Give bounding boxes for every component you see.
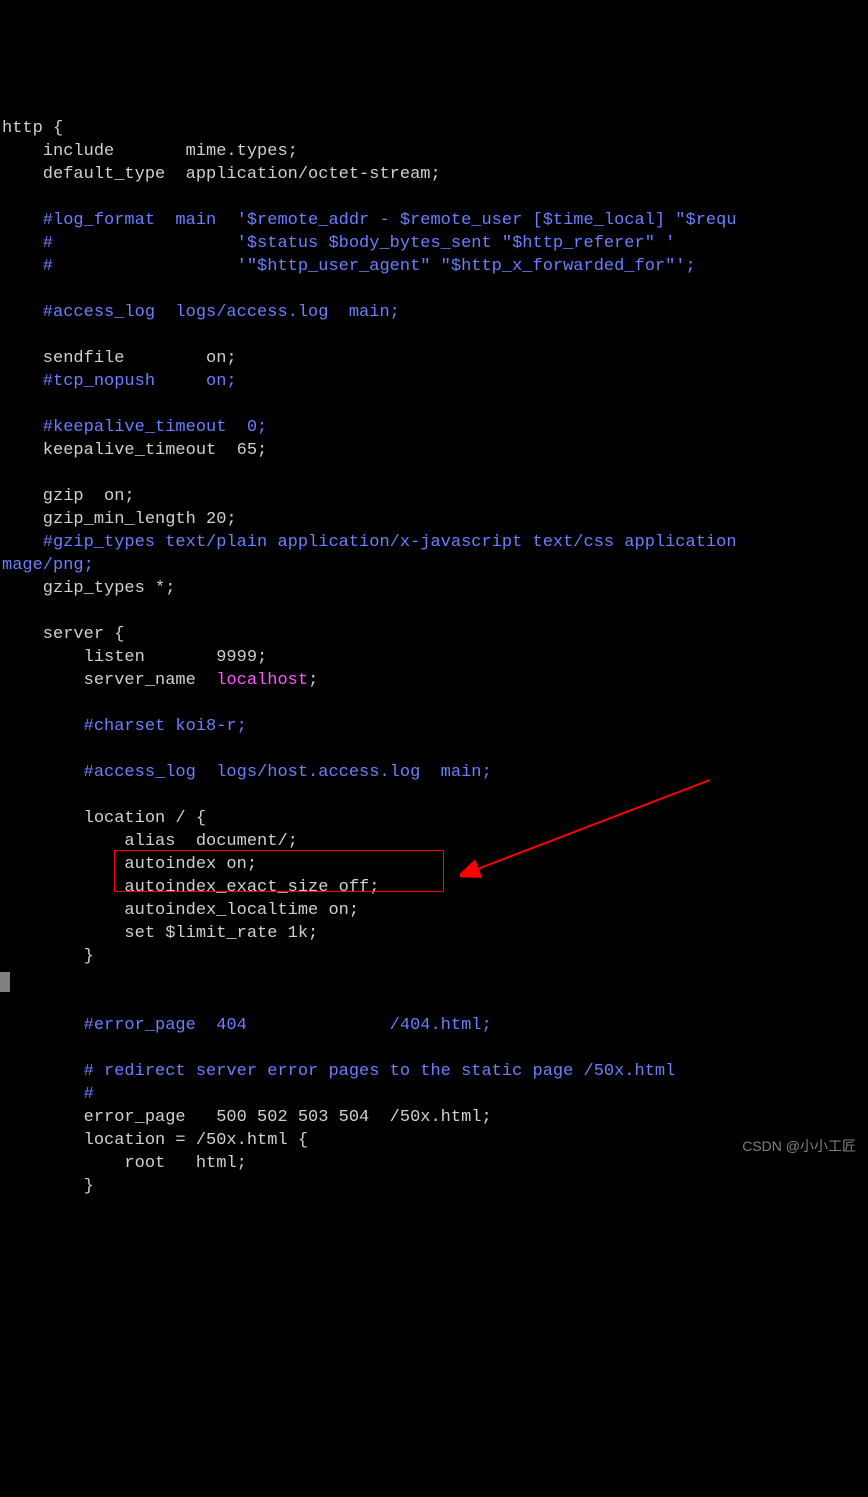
code-comment: # '$status $body_bytes_sent "$http_refer… [2, 234, 675, 253]
code-line: gzip_min_length 20; [2, 510, 237, 529]
code-line: gzip_types *; [2, 579, 175, 598]
code-line: sendfile on; [2, 349, 237, 368]
server-name-value: localhost [216, 671, 308, 690]
cursor-indicator [0, 972, 10, 992]
code-comment: #log_format main '$remote_addr - $remote… [2, 211, 737, 230]
code-comment: #keepalive_timeout 0; [2, 418, 267, 437]
code-comment: #charset koi8-r; [2, 717, 247, 736]
code-line: gzip on; [2, 487, 135, 506]
code-line: } [2, 947, 94, 966]
code-line: autoindex_exact_size off; [2, 878, 379, 897]
code-line: location = /50x.html { [2, 1131, 308, 1150]
code-line: http { [2, 119, 63, 138]
code-line: autoindex on; [2, 855, 257, 874]
code-line: root html; [2, 1154, 247, 1173]
code-comment: #access_log logs/host.access.log main; [2, 763, 492, 782]
code-line: listen 9999; [2, 648, 267, 667]
code-comment: #gzip_types text/plain application/x-jav… [2, 533, 737, 552]
code-comment: mage/png; [2, 556, 94, 575]
code-line: alias document/; [2, 832, 298, 851]
code-line: } [2, 1177, 94, 1196]
code-line: keepalive_timeout 65; [2, 441, 267, 460]
code-comment: # '"$http_user_agent" "$http_x_forwarded… [2, 257, 696, 276]
code-line: server { [2, 625, 124, 644]
code-comment: # [2, 1085, 94, 1104]
code-comment: #error_page 404 /404.html; [2, 1016, 492, 1035]
watermark: CSDN @小小工匠 [742, 1135, 856, 1158]
code-line: error_page 500 502 503 504 /50x.html; [2, 1108, 492, 1127]
code-comment: #tcp_nopush on; [2, 372, 237, 391]
code-line: server_name localhost; [2, 671, 318, 690]
code-comment: #access_log logs/access.log main; [2, 303, 400, 322]
code-line: location / { [2, 809, 206, 828]
code-line: include mime.types; [2, 142, 298, 161]
code-comment: # redirect server error pages to the sta… [2, 1062, 675, 1081]
code-line-highlighted: set $limit_rate 1k; [2, 924, 318, 943]
code-editor[interactable]: http { include mime.types; default_type … [0, 92, 868, 1198]
code-line: autoindex_localtime on; [2, 901, 359, 920]
code-line: default_type application/octet-stream; [2, 165, 441, 184]
